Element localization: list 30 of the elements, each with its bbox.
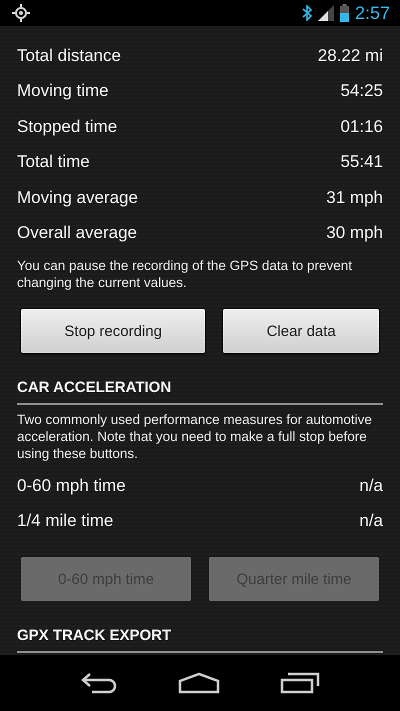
- stat-label: 0-60 mph time: [17, 476, 126, 496]
- home-icon[interactable]: [178, 672, 220, 694]
- stat-value: n/a: [359, 511, 383, 532]
- stat-label: Total distance: [17, 46, 121, 66]
- recent-apps-icon[interactable]: [280, 672, 320, 694]
- section-header: CAR ACCELERATION: [17, 379, 383, 405]
- stat-label: 1/4 mile time: [17, 511, 114, 532]
- stat-label: Total time: [17, 152, 90, 172]
- info-text: You can pause the recording of the GPS data to prevent changing the current values.: [17, 257, 353, 291]
- stat-value: n/a: [359, 476, 383, 496]
- stat-value: 54:25: [340, 81, 383, 102]
- clock: 2:57: [354, 2, 390, 24]
- action-button[interactable]: Clear data: [223, 309, 379, 353]
- stat-label: Moving average: [17, 188, 138, 208]
- bluetooth-icon: [302, 5, 312, 21]
- location-icon: [12, 4, 30, 22]
- battery-icon: [340, 4, 349, 22]
- info-text: Two commonly used performance measures for automotive acceleration. Note that you need to make a full stop before using these buttons.: [17, 411, 373, 462]
- stat-label: Moving time: [17, 81, 109, 102]
- stat-label: Stopped time: [17, 116, 118, 137]
- action-button[interactable]: Stop recording: [21, 309, 206, 353]
- stat-label: Overall average: [17, 223, 138, 244]
- section-header: GPX TRACK EXPORT: [17, 627, 383, 653]
- stat-value: 55:41: [340, 152, 383, 172]
- stat-value: 30 mph: [326, 223, 383, 244]
- signal-icon: [318, 5, 334, 21]
- stat-value: 28.22 mi: [318, 46, 383, 66]
- stat-value: 01:16: [340, 116, 383, 137]
- back-icon[interactable]: [80, 672, 118, 694]
- stat-value: 31 mph: [326, 188, 383, 208]
